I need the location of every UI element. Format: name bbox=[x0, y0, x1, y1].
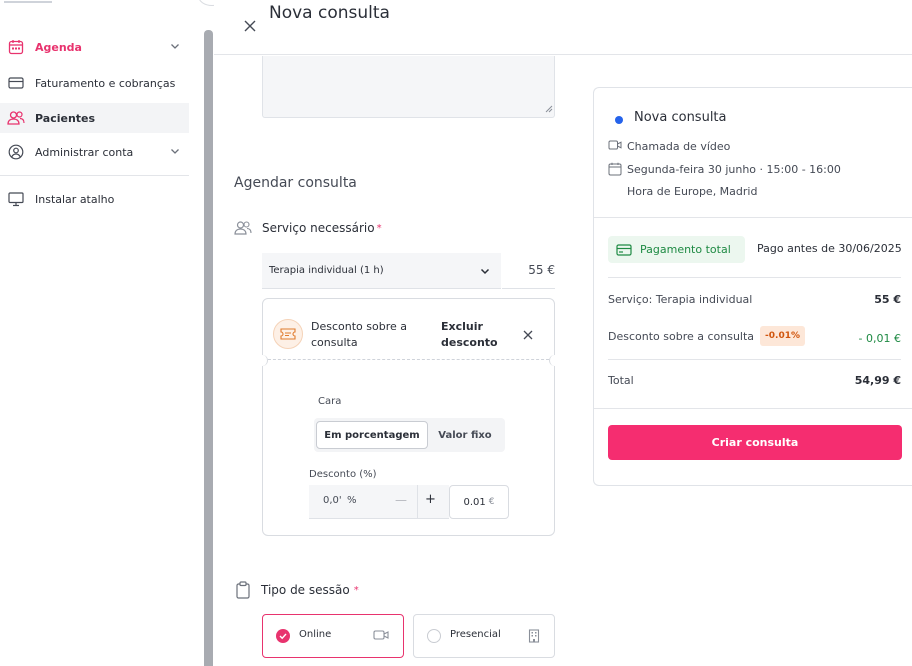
payment-badge: Pagamento total bbox=[608, 236, 745, 263]
chevron-down-icon bbox=[169, 145, 181, 160]
user-circle-icon bbox=[7, 143, 25, 161]
service-select[interactable]: Terapia individual (1 h) bbox=[262, 253, 501, 289]
video-icon bbox=[373, 629, 389, 644]
call-type-row: Chamada de vídeo bbox=[608, 139, 730, 153]
users-icon bbox=[7, 109, 25, 127]
close-icon[interactable] bbox=[522, 329, 534, 344]
create-appointment-button[interactable]: Criar consulta bbox=[608, 425, 902, 460]
ticket-notch bbox=[257, 355, 268, 366]
ticket-notch bbox=[549, 355, 560, 366]
sidebar: Agenda Faturamento e cobranças Pacientes… bbox=[0, 0, 203, 666]
sidebar-item-billing[interactable]: Faturamento e cobranças bbox=[0, 68, 189, 98]
users-icon bbox=[234, 220, 252, 236]
radio-selected[interactable] bbox=[276, 629, 290, 643]
discount-badge: -0.01% bbox=[760, 326, 806, 346]
percentage-option[interactable]: Em porcentagem bbox=[316, 421, 428, 449]
percent-unit: % bbox=[347, 495, 357, 506]
sidebar-divider bbox=[0, 175, 189, 176]
total-value: 54,99 € bbox=[854, 374, 901, 387]
logo bbox=[0, 0, 60, 6]
fixed-value-option[interactable]: Valor fixo bbox=[432, 421, 498, 449]
clipboard-icon bbox=[236, 581, 250, 599]
close-icon[interactable] bbox=[242, 10, 258, 32]
increment-button[interactable]: + bbox=[425, 492, 436, 507]
sidebar-item-label: Pacientes bbox=[35, 111, 96, 125]
discount-amount-value: 0.01 bbox=[463, 496, 486, 508]
datetime-row: Segunda-feira 30 junho · 15:00 - 16:00 bbox=[608, 162, 841, 176]
divider bbox=[608, 277, 901, 278]
total-label: Total bbox=[608, 374, 634, 387]
sidebar-item-label: Administrar conta bbox=[35, 145, 134, 159]
session-type-label-text: Tipo de sessão bbox=[261, 583, 350, 597]
credit-card-icon bbox=[7, 74, 25, 92]
timezone-row: Hora de Europe, Madrid bbox=[627, 185, 757, 198]
notes-textarea[interactable] bbox=[262, 56, 555, 118]
monitor-icon bbox=[7, 190, 25, 208]
coupon-icon bbox=[273, 319, 303, 349]
status-dot bbox=[615, 116, 623, 124]
chevron-down-icon bbox=[169, 40, 181, 55]
service-line-label: Serviço: Terapia individual bbox=[608, 293, 753, 306]
video-icon bbox=[608, 139, 622, 153]
scrollbar[interactable] bbox=[204, 30, 213, 666]
session-option-label: Online bbox=[299, 629, 332, 640]
service-select-value: Terapia individual (1 h) bbox=[269, 265, 384, 276]
discount-percent-input[interactable]: 0,0' bbox=[323, 495, 342, 506]
modal-header: Nova consulta bbox=[214, 0, 912, 55]
calendar-icon bbox=[7, 38, 25, 56]
summary-title: Nova consulta bbox=[634, 110, 727, 125]
sidebar-item-install-shortcut[interactable]: Instalar atalho bbox=[0, 184, 189, 214]
session-option-in-person[interactable]: Presencial bbox=[413, 614, 555, 658]
service-label-text: Serviço necessário bbox=[262, 221, 375, 235]
building-icon bbox=[528, 629, 540, 646]
session-option-online[interactable]: Online bbox=[262, 614, 404, 658]
datetime-text: Segunda-feira 30 junho · 15:00 - 16:00 bbox=[627, 162, 841, 176]
discount-amount-field[interactable]: 0.01 € bbox=[449, 485, 509, 519]
discount-line-value: - 0,01 € bbox=[858, 332, 901, 345]
section-title: Agendar consulta bbox=[234, 175, 357, 191]
discount-type-toggle: Em porcentagem Valor fixo bbox=[314, 418, 505, 452]
credit-card-icon bbox=[616, 243, 632, 256]
discount-type-label: Cara bbox=[318, 396, 342, 407]
timezone-text: Hora de Europe, Madrid bbox=[627, 185, 758, 198]
discount-header: Desconto sobre a consulta Excluir descon… bbox=[263, 299, 554, 360]
session-option-label: Presencial bbox=[450, 629, 501, 640]
required-mark: * bbox=[376, 222, 382, 234]
divider bbox=[608, 359, 901, 360]
sidebar-item-label: Faturamento e cobranças bbox=[35, 76, 176, 90]
appointment-summary: Nova consulta Chamada de vídeo Segunda-f… bbox=[593, 87, 912, 486]
discount-line: Desconto sobre a consulta -0.01% bbox=[608, 326, 806, 346]
discount-percent-stepper: 0,0' % — + bbox=[309, 485, 449, 519]
service-price: 55 € bbox=[502, 253, 555, 289]
discount-percent-label: Desconto (%) bbox=[309, 469, 377, 480]
call-type-text: Chamada de vídeo bbox=[627, 139, 731, 153]
session-type-label: Tipo de sessão * bbox=[236, 581, 359, 599]
divider bbox=[594, 408, 912, 409]
page-title: Nova consulta bbox=[269, 3, 390, 23]
discount-title: Desconto sobre a consulta bbox=[311, 320, 407, 349]
service-label: Serviço necessário * bbox=[234, 220, 382, 236]
service-line-value: 55 € bbox=[874, 293, 901, 306]
payment-badge-text: Pagamento total bbox=[640, 243, 731, 256]
radio-unselected[interactable] bbox=[427, 629, 441, 643]
currency-symbol: € bbox=[488, 497, 495, 507]
sidebar-item-patients[interactable]: Pacientes bbox=[0, 103, 189, 133]
sidebar-item-account[interactable]: Administrar conta bbox=[0, 137, 189, 167]
decrement-button[interactable]: — bbox=[395, 493, 407, 507]
pay-until-text: Pago antes de 30/06/2025 bbox=[757, 242, 902, 255]
sidebar-item-label: Instalar atalho bbox=[35, 192, 115, 206]
chevron-down-icon bbox=[479, 265, 491, 280]
required-mark: * bbox=[353, 584, 359, 596]
summary-divider bbox=[594, 217, 912, 218]
stepper-divider bbox=[417, 485, 418, 519]
sidebar-item-label: Agenda bbox=[35, 40, 82, 54]
discount-line-label: Desconto sobre a consulta bbox=[608, 329, 755, 343]
remove-discount-button[interactable]: Excluir desconto bbox=[441, 319, 511, 351]
resize-handle-icon[interactable] bbox=[545, 102, 553, 116]
calendar-icon bbox=[608, 162, 622, 176]
sidebar-item-agenda[interactable]: Agenda bbox=[0, 32, 189, 62]
discount-card: Desconto sobre a consulta Excluir descon… bbox=[257, 298, 560, 536]
